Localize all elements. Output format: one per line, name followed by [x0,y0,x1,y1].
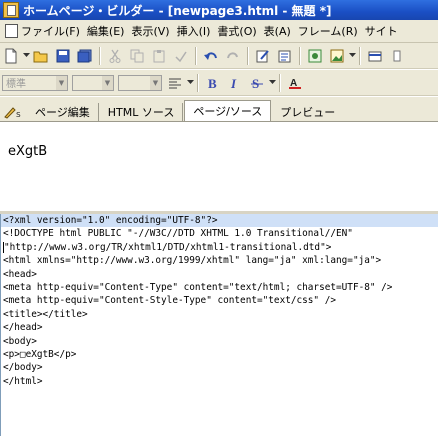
menu-edit[interactable]: 編集(E) [87,23,132,39]
code-line: <body> [3,335,37,347]
paragraph-style-select[interactable]: 標準 ▼ [2,74,68,91]
strikethrough-icon[interactable]: S [248,74,266,92]
code-line: <p>□eXgtB</p> [3,348,77,360]
chevron-down-icon: ▼ [102,75,113,90]
code-line: <!DOCTYPE html PUBLIC "-//W3C//DTD XHTML… [3,228,353,240]
font-select[interactable]: ▼ [72,74,114,91]
toolbar-separator [359,46,361,65]
check-icon[interactable] [172,47,190,65]
page-preview-pane[interactable]: eXgtB [0,122,438,212]
save-icon[interactable] [54,47,72,65]
paragraph-style-value: 標準 [6,79,26,90]
dropdown-arrow-icon[interactable] [268,74,276,92]
font-size-select[interactable]: ▼ [118,74,162,91]
toolbar-separator [299,46,301,65]
svg-text:S: S [252,76,259,90]
svg-text:s: s [16,110,21,119]
paste-icon[interactable] [150,47,168,65]
bold-icon[interactable]: B [204,74,222,92]
code-line: <title></title> [3,308,88,320]
chevron-down-icon: ▼ [150,75,161,90]
toolbar-separator [279,73,281,92]
toolbar-separator [247,46,249,65]
dropdown-arrow-icon[interactable] [22,47,30,65]
format-toolbar: 標準 ▼ ▼ ▼ B I S A [0,70,438,96]
view-tabs: s ページ編集 HTML ソース ページ/ソース プレビュー [0,97,438,122]
menu-insert[interactable]: 挿入(I) [177,23,218,39]
menu-frame[interactable]: フレーム(R) [298,23,365,39]
code-line: <?xml version="1.0" encoding="UTF-8"?> [1,214,438,228]
cut-icon[interactable] [106,47,124,65]
code-line-text: "http://www.w3.org/TR/xhtml1/DTD/xhtml1-… [4,241,332,253]
code-line: </head> [3,322,43,334]
menu-bar: ファイル(F) 編集(E) 表示(V) 挿入(I) 書式(O) 表(A) フレー… [0,20,438,43]
menu-table[interactable]: 表(A) [264,23,298,39]
svg-text:B: B [208,76,217,90]
standard-toolbar [0,43,438,69]
more-icon[interactable] [388,47,406,65]
svg-text:I: I [230,76,237,90]
menu-site[interactable]: サイト [365,23,405,39]
italic-icon[interactable]: I [226,74,244,92]
code-line: </body> [3,362,43,374]
tab-page-edit[interactable]: ページ編集 [27,103,99,121]
save-all-icon[interactable] [76,47,94,65]
copy-icon[interactable] [128,47,146,65]
app-icon [3,2,19,18]
site-icon[interactable] [366,47,384,65]
chevron-down-icon: ▼ [56,75,67,90]
code-line: <meta http-equiv="Content-Type" content=… [3,281,393,293]
undo-icon[interactable] [202,47,220,65]
menu-format[interactable]: 書式(O) [217,23,263,39]
properties-icon[interactable] [276,47,294,65]
edit-page-icon[interactable] [254,47,272,65]
pencil-icon: s [0,103,26,121]
code-line-with-cursor: "http://www.w3.org/TR/xhtml1/DTD/xhtml1-… [1,241,438,254]
title-bar: ホームページ・ビルダー - [newpage3.html - 無題 *] [0,0,438,20]
code-line: <html xmlns="http://www.w3.org/1999/xhtm… [3,255,382,267]
tab-page-source[interactable]: ページ/ソース [184,100,272,121]
preview-text: eXgtB [8,144,48,159]
menu-view[interactable]: 表示(V) [131,23,176,39]
open-folder-icon[interactable] [32,47,50,65]
tab-preview[interactable]: プレビュー [272,103,343,121]
redo-icon[interactable] [224,47,242,65]
code-line: <head> [3,268,37,280]
insert-image-icon[interactable] [328,47,346,65]
html-source-editor[interactable]: <?xml version="1.0" encoding="UTF-8"?> <… [0,214,438,436]
code-line: </html> [3,375,43,387]
code-line: <meta http-equiv="Content-Style-Type" co… [3,295,337,307]
font-color-icon[interactable]: A [286,74,304,92]
tab-html-source[interactable]: HTML ソース [100,103,184,121]
toolbar-separator [99,46,101,65]
menu-file[interactable]: ファイル(F) [21,23,87,39]
toolbar-separator [197,73,199,92]
window-title: ホームページ・ビルダー - [newpage3.html - 無題 *] [23,3,332,18]
insert-object-icon[interactable] [306,47,324,65]
dropdown-arrow-icon[interactable] [186,74,194,92]
dropdown-arrow-icon[interactable] [348,47,356,65]
new-page-icon[interactable] [2,47,20,65]
toolbar-separator [195,46,197,65]
document-icon[interactable] [5,24,18,38]
align-icon[interactable] [166,74,184,92]
